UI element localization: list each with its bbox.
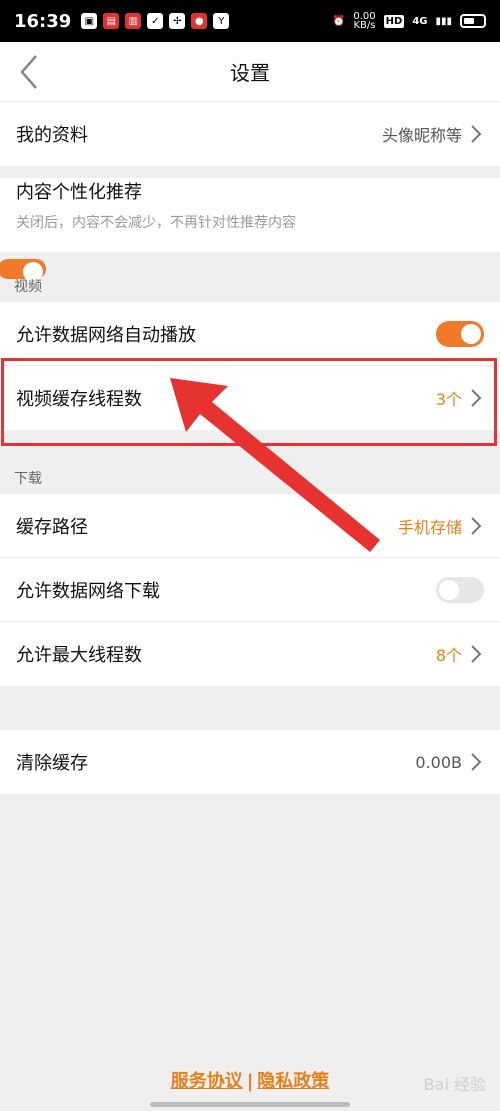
personalize-row: 内容个性化推荐 关闭后，内容不会减少，不再针对性推荐内容 — [0, 178, 500, 282]
app-notification-icon: ▣ — [81, 13, 98, 29]
status-right: ⏰ 0.00 KB/s HD 4G ▮▮▮ — [332, 11, 486, 31]
notification-icons: ▣ ▤ ▥ ✓ ✢ ● Y — [81, 13, 230, 29]
net-speed: 0.00 KB/s — [353, 11, 376, 31]
status-time: 16:39 — [14, 10, 72, 32]
cache-path-row[interactable]: 缓存路径 手机存储 — [0, 494, 500, 558]
section-label-download: 下载 — [14, 471, 42, 487]
video-group: 允许数据网络自动播放 视频缓存线程数 3个 — [0, 302, 500, 430]
app-notification-icon: ▥ — [125, 13, 142, 29]
clear-cache-group: 清除缓存 0.00B — [0, 730, 500, 794]
signal-icon: ▮▮▮ — [435, 15, 452, 27]
home-indicator[interactable] — [150, 1102, 350, 1107]
autoplay-toggle[interactable] — [436, 320, 484, 347]
row-value: 0.00B — [415, 752, 462, 772]
row-label: 视频缓存线程数 — [16, 389, 142, 410]
footer-separator: | — [246, 1071, 254, 1092]
max-threads-row[interactable]: 允许最大线程数 8个 — [0, 622, 500, 686]
chevron-right-icon — [468, 387, 484, 409]
row-label: 内容个性化推荐 — [16, 182, 142, 203]
row-subtitle: 关闭后，内容不会减少，不再针对性推荐内容 — [16, 215, 296, 231]
status-bar: 16:39 ▣ ▤ ▥ ✓ ✢ ● Y ⏰ 0.00 KB/s HD 4G ▮▮… — [0, 0, 500, 42]
app-notification-icon: Y — [213, 13, 230, 29]
personalize-group: 内容个性化推荐 关闭后，内容不会减少，不再针对性推荐内容 — [0, 178, 500, 282]
row-label: 允许数据网络自动播放 — [16, 324, 196, 346]
fan-icon: ✢ — [169, 13, 186, 29]
alarm-icon: ⏰ — [332, 15, 346, 27]
chevron-right-icon — [468, 643, 484, 665]
autoplay-row: 允许数据网络自动播放 — [0, 302, 500, 366]
row-label: 缓存路径 — [16, 516, 88, 538]
row-value: 手机存储 — [397, 517, 462, 537]
chevron-right-icon — [468, 515, 484, 537]
profile-group: 我的资料 头像昵称等 — [0, 102, 500, 166]
page-title: 设置 — [230, 61, 270, 85]
back-button[interactable] — [14, 54, 44, 90]
row-label: 允许数据网络下载 — [16, 580, 160, 602]
row-value: 8个 — [435, 646, 462, 665]
row-value: 头像昵称等 — [381, 126, 462, 145]
download-group: 缓存路径 手机存储 允许数据网络下载 允许最大线程数 8个 — [0, 494, 500, 686]
service-agreement-link[interactable]: 服务协议 — [171, 1071, 243, 1092]
location-icon: ● — [191, 13, 208, 29]
signal-label: 4G — [412, 15, 428, 27]
video-threads-row[interactable]: 视频缓存线程数 3个 — [0, 366, 500, 430]
watermark: Bai 经验 — [423, 1075, 486, 1094]
row-value: 3个 — [435, 390, 462, 409]
section-label-video: 视频 — [14, 279, 42, 295]
app-notification-icon: ▤ — [103, 13, 120, 29]
chevron-right-icon — [468, 123, 484, 145]
clear-cache-row[interactable]: 清除缓存 0.00B — [0, 730, 500, 794]
nav-bar: 设置 — [0, 42, 500, 102]
toggle-knob — [439, 579, 459, 600]
row-label: 允许最大线程数 — [16, 645, 142, 666]
data-download-toggle[interactable] — [436, 576, 484, 603]
app-notification-icon: ✓ — [147, 13, 164, 29]
profile-row[interactable]: 我的资料 头像昵称等 — [0, 102, 500, 166]
privacy-policy-link[interactable]: 隐私政策 — [257, 1071, 329, 1092]
row-label: 我的资料 — [16, 125, 88, 146]
chevron-right-icon — [468, 751, 484, 773]
chevron-left-icon — [20, 55, 37, 89]
row-label: 清除缓存 — [16, 753, 88, 774]
toggle-knob — [461, 323, 481, 344]
data-download-row: 允许数据网络下载 — [0, 558, 500, 622]
battery-icon — [460, 14, 486, 28]
hd-badge: HD — [383, 14, 405, 28]
